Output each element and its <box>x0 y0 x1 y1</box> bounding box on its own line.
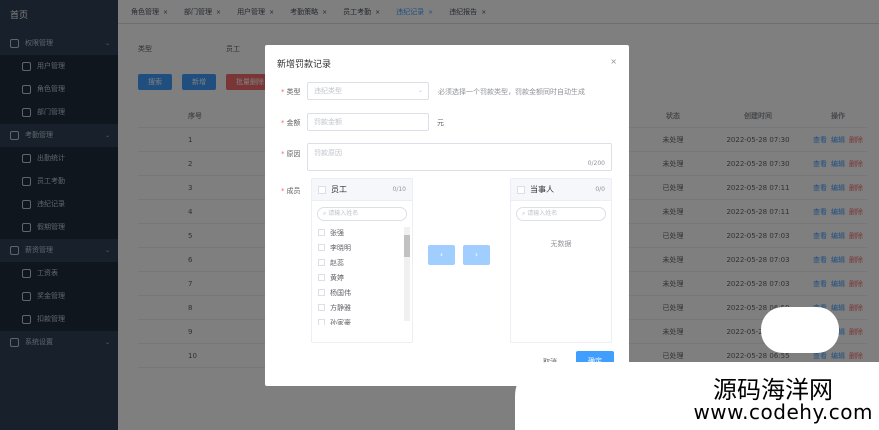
employee-name: 方静雅 <box>330 303 351 312</box>
employee-list-item[interactable]: 赵蕊 <box>312 255 412 270</box>
dialog-title: 新增罚款记录 <box>277 60 332 70</box>
people-label-text: 成员 <box>286 187 301 195</box>
amount-input[interactable]: 罚款金额 <box>307 113 429 131</box>
employee-panel-header: 员工 0/10 <box>312 179 412 201</box>
employee-list-item[interactable]: 张强 <box>312 225 412 240</box>
type-hint: 必须选择一个罚款类型，罚款金额同时自动生成 <box>438 88 585 96</box>
move-right-button[interactable]: › <box>463 245 490 265</box>
employee-panel: 员工 0/10 ⌕ 请输入姓名 张强李晓明赵蕊黄婷杨国伟方静雅孙家豪 <box>311 178 413 343</box>
amount-label: * 金额 <box>281 119 301 127</box>
type-placeholder: 违纪类型 <box>314 87 342 95</box>
employee-checkbox[interactable] <box>318 274 325 281</box>
add-fine-dialog: 新增罚款记录 × * 类型 违纪类型 ⌄ 必须选择一个罚款类型，罚款金额同时自动生… <box>265 45 629 386</box>
employee-panel-title: 员工 <box>331 185 347 194</box>
watermark-blob <box>761 307 839 353</box>
employee-panel-count: 0/10 <box>392 186 406 193</box>
party-panel-count: 0/0 <box>595 186 605 193</box>
employee-name: 孙家豪 <box>330 318 351 326</box>
employee-list: 张强李晓明赵蕊黄婷杨国伟方静雅孙家豪 <box>312 225 412 325</box>
close-icon[interactable]: × <box>610 57 617 66</box>
employee-name: 黄婷 <box>330 273 344 282</box>
amount-unit: 元 <box>437 119 444 127</box>
employee-list-scrollbar[interactable] <box>404 227 410 321</box>
party-panel-header: 当事人 0/0 <box>511 179 611 201</box>
reason-label-text: 原因 <box>286 150 301 158</box>
employee-list-item[interactable]: 方静雅 <box>312 300 412 315</box>
employee-search-placeholder: 请输入姓名 <box>328 210 359 217</box>
move-left-button[interactable]: ‹ <box>428 245 455 265</box>
employee-list-item[interactable]: 杨国伟 <box>312 285 412 300</box>
party-search-input[interactable]: ⌕ 请输入姓名 <box>516 207 606 221</box>
type-select[interactable]: 违纪类型 ⌄ <box>307 82 429 100</box>
employee-name: 张强 <box>330 228 344 237</box>
employee-select-all-checkbox[interactable] <box>318 185 326 194</box>
reason-textarea[interactable]: 罚款原因 0/200 <box>307 143 612 171</box>
employee-search-input[interactable]: ⌕ 请输入姓名 <box>317 207 407 221</box>
employee-list-item[interactable]: 李晓明 <box>312 240 412 255</box>
party-panel-title: 当事人 <box>530 185 554 194</box>
employee-checkbox[interactable] <box>318 289 325 296</box>
employee-checkbox[interactable] <box>318 304 325 311</box>
party-search-placeholder: 请输入姓名 <box>527 210 558 217</box>
employee-checkbox[interactable] <box>318 319 325 325</box>
employee-list-item[interactable]: 孙家豪 <box>312 315 412 325</box>
employee-checkbox[interactable] <box>318 244 325 251</box>
reason-placeholder: 罚款原因 <box>314 149 342 157</box>
watermark: 源码海洋网 www.codehy.com <box>515 362 879 430</box>
type-label: * 类型 <box>281 88 301 96</box>
amount-label-text: 金额 <box>286 119 301 127</box>
reason-label: * 原因 <box>281 150 301 158</box>
people-label: * 成员 <box>281 187 301 195</box>
reason-counter: 0/200 <box>587 160 605 167</box>
scrollbar-thumb[interactable] <box>404 235 410 257</box>
watermark-url: www.codehy.com <box>693 400 873 424</box>
employee-name: 赵蕊 <box>330 258 344 267</box>
employee-checkbox[interactable] <box>318 259 325 266</box>
employee-checkbox[interactable] <box>318 229 325 236</box>
party-panel: 当事人 0/0 ⌕ 请输入姓名 无数据 <box>510 178 612 343</box>
party-select-all-checkbox[interactable] <box>517 185 525 194</box>
party-empty-text: 无数据 <box>550 240 572 248</box>
amount-placeholder: 罚款金额 <box>314 118 342 126</box>
employee-name: 李晓明 <box>330 243 351 252</box>
employee-list-item[interactable]: 黄婷 <box>312 270 412 285</box>
employee-name: 杨国伟 <box>330 288 351 297</box>
chevron-down-icon: ⌄ <box>417 87 423 94</box>
type-label-text: 类型 <box>286 88 301 96</box>
